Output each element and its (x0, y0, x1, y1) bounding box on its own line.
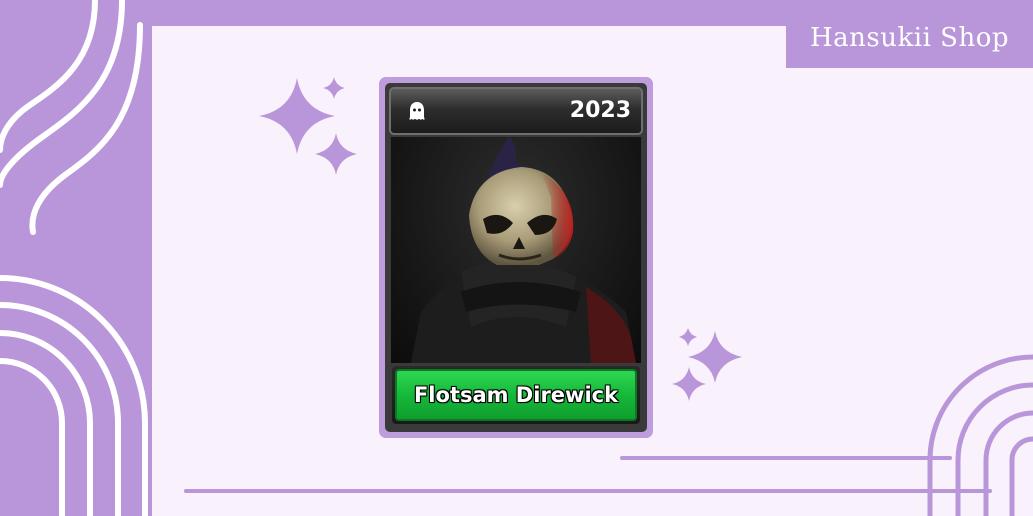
promo-banner: Hansukii Shop 2023 Flotsam Direwick (0, 0, 1033, 516)
arc-line (1009, 436, 1033, 516)
item-name-button[interactable]: Flotsam Direwick (395, 369, 637, 421)
name-plate: Flotsam Direwick (392, 366, 640, 424)
arc-line (955, 382, 1033, 516)
wave-line (29, 22, 143, 235)
sparkle-icon (315, 133, 357, 175)
sparkle-icon (679, 328, 697, 346)
arc-line (0, 275, 148, 516)
sparkle-icon (672, 367, 706, 401)
ghost-icon (409, 102, 425, 120)
release-year: 2023 (569, 98, 631, 123)
sparkle-icon (323, 77, 345, 99)
card-header: 2023 (389, 87, 643, 135)
shop-name: Hansukii Shop (809, 22, 1009, 53)
wave-line (0, 0, 125, 188)
sparkle-icon (688, 331, 742, 383)
arc-line (0, 358, 65, 516)
wave-line (0, 0, 98, 153)
shop-badge: Hansukii Shop (786, 7, 1033, 68)
item-artwork (391, 137, 641, 363)
item-card[interactable]: 2023 Flotsam Direwick (385, 83, 647, 432)
sparkle-icon (259, 78, 335, 154)
item-name: Flotsam Direwick (413, 383, 619, 407)
